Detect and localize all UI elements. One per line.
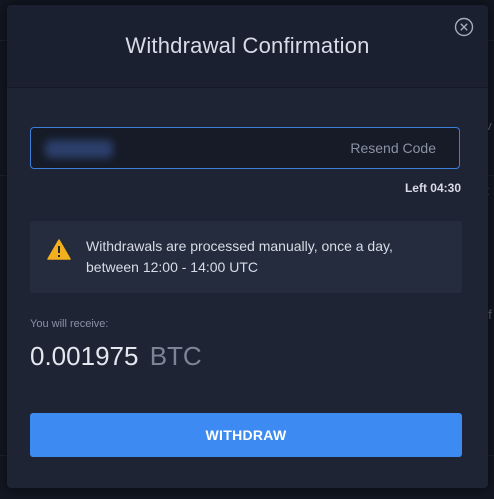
resend-code-button[interactable]: Resend Code bbox=[350, 140, 436, 156]
receive-label: You will receive: bbox=[30, 318, 109, 330]
receive-amount: 0.001975 BTC bbox=[30, 341, 202, 372]
withdrawal-confirmation-modal: Withdrawal Confirmation Resend Code Left… bbox=[7, 5, 488, 488]
modal-header: Withdrawal Confirmation bbox=[7, 5, 488, 88]
warning-icon bbox=[47, 239, 71, 260]
processing-notice: Withdrawals are processed manually, once… bbox=[30, 221, 462, 293]
verification-code-field: Resend Code bbox=[30, 127, 460, 170]
notice-text: Withdrawals are processed manually, once… bbox=[86, 238, 393, 275]
amount-unit: BTC bbox=[149, 341, 202, 371]
close-circle-icon bbox=[454, 17, 474, 37]
withdraw-button[interactable]: WITHDRAW bbox=[30, 413, 462, 457]
amount-value: 0.001975 bbox=[30, 341, 139, 371]
code-timer: Left 04:30 bbox=[404, 181, 461, 195]
modal-title: Withdrawal Confirmation bbox=[125, 33, 370, 58]
close-button[interactable] bbox=[454, 17, 474, 37]
verification-code-input[interactable] bbox=[31, 128, 347, 170]
